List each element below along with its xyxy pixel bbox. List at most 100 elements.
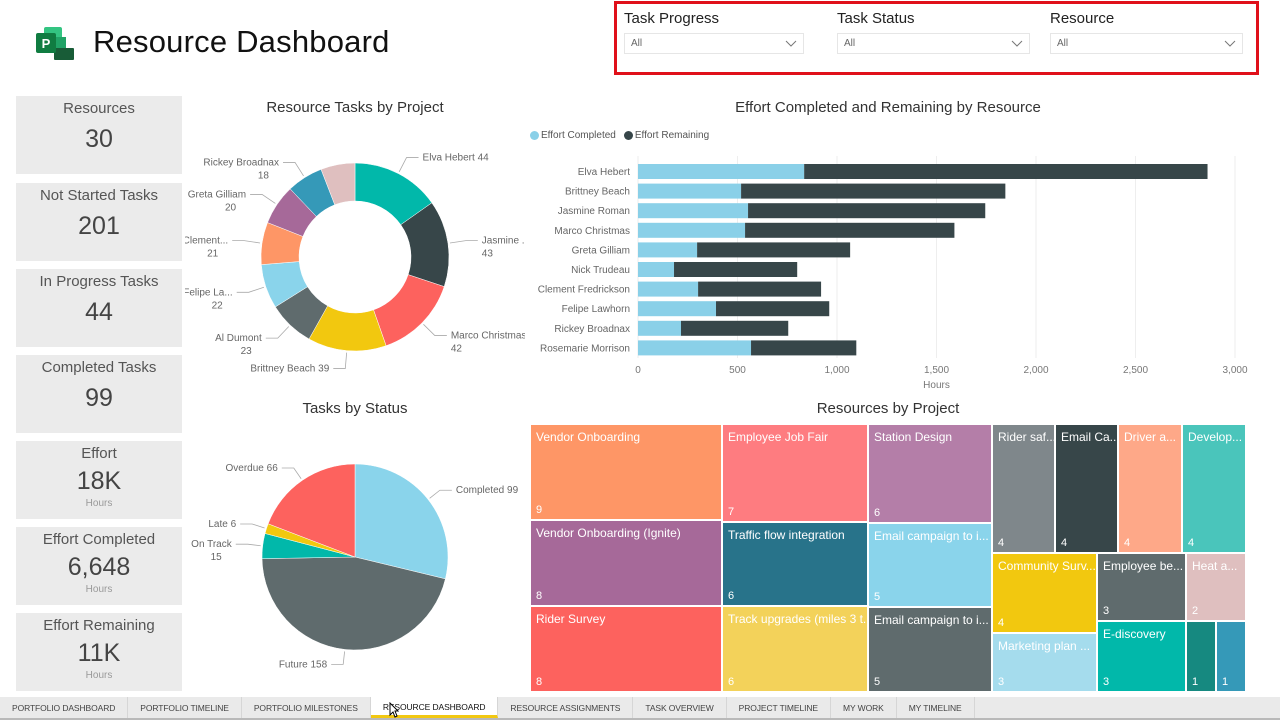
tile-label: Vendor Onboarding (Ignite): [536, 526, 681, 540]
task-progress-dropdown[interactable]: All: [624, 33, 804, 54]
treemap-tile-email-ca[interactable]: Email Ca... 4: [1055, 424, 1118, 553]
slice-label: Late 6: [208, 519, 236, 530]
treemap-tile-traffic-flow-integration[interactable]: Traffic flow integration 6: [722, 522, 868, 606]
treemap-tile-e-discovery[interactable]: E-discovery 3: [1097, 621, 1186, 692]
tile-value: 5: [874, 676, 881, 688]
tile-label: Rider saf...: [998, 430, 1055, 444]
tile-label: Email Ca...: [1061, 430, 1118, 444]
tile-label: Driver a...: [1124, 430, 1177, 444]
bar-effort-remaining-rickey-broadnax[interactable]: [680, 320, 789, 336]
bar-effort-completed-greta-gilliam[interactable]: [638, 242, 698, 258]
tab-task-overview[interactable]: TASK OVERVIEW: [633, 697, 727, 718]
x-tick-label: 1,500: [924, 365, 949, 376]
tile-label: Community Surv...: [998, 559, 1096, 573]
bar-effort-remaining-elva-hebert[interactable]: [804, 164, 1208, 179]
leader-line: [331, 651, 346, 665]
slice-marco-christmas[interactable]: [373, 274, 445, 347]
tab-resource-assignments[interactable]: RESOURCE ASSIGNMENTS: [498, 697, 634, 718]
donut-chart-title: Resource Tasks by Project: [266, 99, 444, 116]
bar-effort-completed-rickey-broadnax[interactable]: [638, 320, 681, 336]
task-status-dropdown[interactable]: All: [837, 33, 1030, 54]
slice-label: Future 158: [279, 659, 328, 670]
kpi-card-effort-completed: Effort Completed 6,648 Hours: [16, 527, 182, 605]
tab-portfolio-dashboard[interactable]: PORTFOLIO DASHBOARD: [0, 697, 129, 718]
tile-label: Email campaign to i...: [874, 613, 989, 627]
bar-effort-completed-elva-hebert[interactable]: [638, 164, 805, 179]
task-status-slicer: Task Status All: [837, 10, 1030, 54]
bar-effort-completed-jasmine-roman[interactable]: [638, 203, 749, 219]
treemap-tile-rider-survey[interactable]: Rider Survey 8: [530, 606, 722, 692]
treemap-tile-employee-job-fair[interactable]: Employee Job Fair 7: [722, 424, 868, 522]
tab-my-timeline[interactable]: MY TIMELINE: [897, 697, 975, 718]
tile-value: 6: [874, 507, 881, 519]
legend-item-effort-completed[interactable]: Effort Completed: [530, 130, 616, 141]
slicer-label: Resource: [1050, 10, 1115, 27]
legend-item-effort-remaining[interactable]: Effort Remaining: [623, 130, 709, 141]
bar-effort-remaining-jasmine-roman[interactable]: [748, 203, 986, 219]
bar-effort-remaining-nick-trudeau[interactable]: [674, 262, 798, 277]
bar-effort-completed-clement-fredrickson[interactable]: [638, 281, 699, 297]
bar-effort-remaining-rosemarie-morrison[interactable]: [751, 340, 857, 356]
treemap-tile-employee-be[interactable]: Employee be... 3: [1097, 553, 1186, 621]
treemap-tile-vendor-onboarding[interactable]: Vendor Onboarding 9: [530, 424, 722, 520]
bar-effort-remaining-marco-christmas[interactable]: [745, 222, 955, 238]
slice-label: Greta Gilliam: [188, 189, 246, 200]
treemap-tile-unlabeled[interactable]: 1: [1186, 621, 1216, 692]
treemap-tile-track-upgrades-miles-3-t[interactable]: Track upgrades (miles 3 t... 6: [722, 606, 868, 692]
bar-effort-completed-rosemarie-morrison[interactable]: [638, 340, 752, 356]
tile-value: 6: [728, 590, 735, 602]
x-tick-label: 0: [635, 365, 641, 376]
kpi-label: Effort Completed: [42, 531, 156, 548]
treemap-tile-email-campaign-to-i[interactable]: Email campaign to i... 5: [868, 523, 992, 607]
treemap-tile-email-campaign-to-i[interactable]: Email campaign to i... 5: [868, 607, 992, 692]
treemap-tile-marketing-plan[interactable]: Marketing plan ... 3: [992, 633, 1097, 692]
bar-effort-completed-felipe-lawhorn[interactable]: [638, 301, 717, 317]
kpi-value: 18K: [76, 467, 122, 495]
slice-label: Marco Christmas: [451, 331, 525, 342]
legend-dot-icon: [623, 131, 633, 140]
bar-effort-remaining-brittney-beach[interactable]: [741, 183, 1006, 199]
x-tick-label: 1,000: [824, 365, 849, 376]
treemap-tile-station-design[interactable]: Station Design 6: [868, 424, 992, 523]
leader-line: [283, 162, 304, 177]
tab-portfolio-milestones[interactable]: PORTFOLIO MILESTONES: [242, 697, 371, 718]
bar-effort-completed-brittney-beach[interactable]: [638, 183, 742, 199]
slice-value-label: 43: [482, 249, 494, 260]
bar-effort-remaining-felipe-lawhorn[interactable]: [716, 301, 830, 317]
kpi-value: 11K: [77, 639, 121, 667]
treemap-tile-unlabeled[interactable]: 1: [1216, 621, 1246, 692]
tab-portfolio-timeline[interactable]: PORTFOLIO TIMELINE: [128, 697, 242, 718]
kpi-unit: Hours: [85, 670, 113, 681]
x-tick-label: 2,500: [1123, 365, 1148, 376]
filter-panel: Task Progress All Task Status All Resour…: [614, 1, 1259, 75]
bar-effort-remaining-greta-gilliam[interactable]: [697, 242, 851, 258]
bar-effort-completed-nick-trudeau[interactable]: [638, 262, 675, 277]
treemap-tile-develop[interactable]: Develop... 4: [1182, 424, 1246, 553]
tile-value: 1: [1222, 676, 1229, 688]
treemap-tile-rider-saf[interactable]: Rider saf... 4: [992, 424, 1055, 553]
bar-effort-completed-marco-christmas[interactable]: [638, 222, 746, 238]
resource-dropdown[interactable]: All: [1050, 33, 1243, 54]
dropdown-value: All: [631, 38, 643, 49]
kpi-card-not-started: Not Started Tasks 201: [16, 183, 182, 261]
treemap-tile-vendor-onboarding-ignite[interactable]: Vendor Onboarding (Ignite) 8: [530, 520, 722, 606]
bar-chart-title: Effort Completed and Remaining by Resour…: [735, 99, 1041, 116]
kpi-unit: Hours: [85, 498, 113, 509]
leader-line: [429, 489, 452, 499]
y-category-label: Clement Fredrickson: [538, 285, 630, 296]
leader-line: [232, 240, 261, 244]
slice-value-label: 20: [225, 202, 237, 213]
tab-project-timeline[interactable]: PROJECT TIMELINE: [727, 697, 831, 718]
bar-effort-remaining-clement-fredrickson[interactable]: [698, 281, 822, 297]
kpi-card-resources: Resources 30: [16, 96, 182, 174]
treemap-tile-driver-a[interactable]: Driver a... 4: [1118, 424, 1182, 553]
tile-label: Rider Survey: [536, 612, 606, 626]
y-category-label: Brittney Beach: [565, 187, 630, 198]
tab-my-work[interactable]: MY WORK: [831, 697, 897, 718]
tile-value: 4: [1061, 537, 1068, 549]
tile-label: Employee be...: [1103, 559, 1184, 573]
treemap-tile-community-surv[interactable]: Community Surv... 4: [992, 553, 1097, 633]
ms-project-logo-icon: P: [36, 27, 74, 60]
x-tick-label: 2,000: [1023, 365, 1048, 376]
treemap-tile-heat-a[interactable]: Heat a... 2: [1186, 553, 1246, 621]
